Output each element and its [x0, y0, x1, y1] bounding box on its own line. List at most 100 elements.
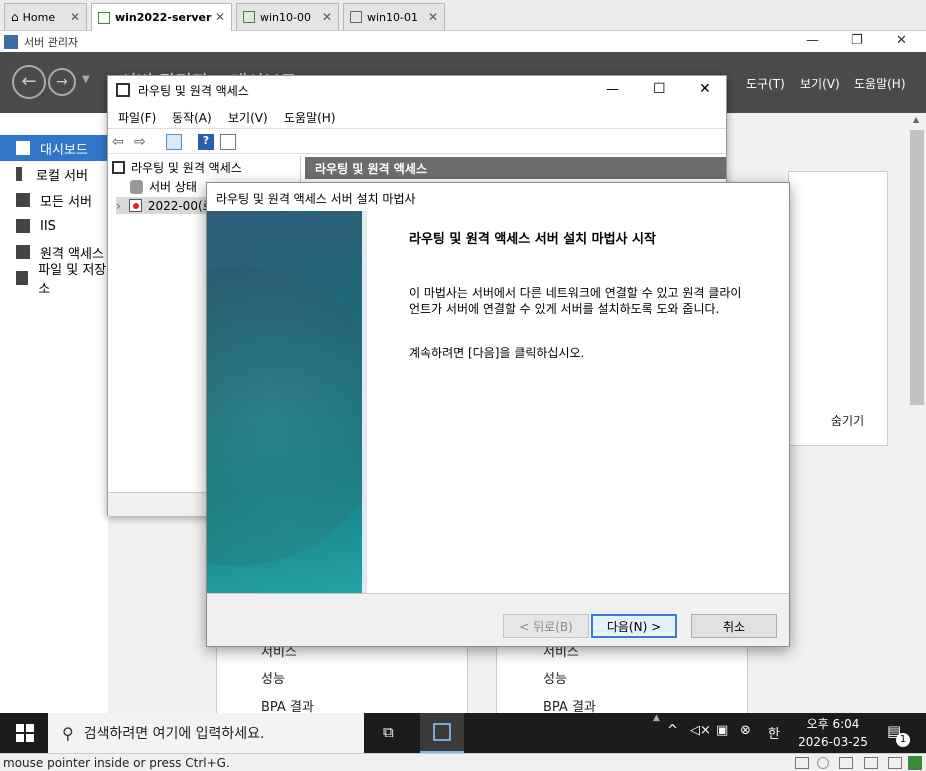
close-icon[interactable]: ✕	[322, 10, 332, 24]
menu-file[interactable]: 파일(F)	[118, 109, 156, 126]
tile-item-performance[interactable]: 성능	[543, 668, 567, 687]
back-icon[interactable]: ←	[12, 65, 46, 99]
history-dropdown-icon[interactable]: ▼	[82, 74, 90, 85]
vm-tab-win10-01[interactable]: win10-01 ✕	[343, 3, 445, 30]
vm-tab-win10-00[interactable]: win10-00 ✕	[236, 3, 339, 30]
scrollbar-thumb[interactable]	[910, 130, 924, 405]
server-manager-nav: 대시보드 로컬 서버 모든 서버 IIS 원격 액세스 파일 및 저장소	[0, 133, 108, 713]
servers-icon	[16, 193, 30, 207]
nav-iis[interactable]: IIS	[0, 213, 108, 239]
cancel-button[interactable]: 취소	[691, 614, 777, 638]
wizard-continue-text: 계속하려면 [다음]을 클릭하십시오.	[409, 346, 585, 360]
clock[interactable]: 오후 6:04 2026-03-25	[798, 715, 868, 751]
volume-muted-icon[interactable]: ◁×	[690, 723, 711, 738]
menu-help[interactable]: 도움말(H)	[854, 75, 906, 92]
vm-tab-label: win10-00	[260, 10, 311, 24]
status-text: mouse pointer inside or press Ctrl+G.	[3, 756, 230, 770]
menu-view[interactable]: 보기(V)	[800, 75, 840, 92]
network-adapter-icon[interactable]	[839, 757, 853, 769]
vm-tab-bar: ⌂ Home ✕ win2022-server ✕ win10-00 ✕ win…	[0, 0, 926, 31]
window-title: 라우팅 및 원격 액세스	[138, 83, 249, 98]
nav-local-server[interactable]: 로컬 서버	[0, 161, 108, 187]
nav-label: 대시보드	[40, 142, 88, 158]
restore-icon[interactable]: ❐	[851, 33, 863, 48]
nav-all-servers[interactable]: 모든 서버	[0, 187, 108, 213]
show-action-pane-icon[interactable]	[220, 134, 236, 150]
close-icon[interactable]: ✕	[896, 33, 907, 48]
tree-server-status[interactable]: 서버 상태	[130, 178, 197, 195]
forward-icon[interactable]: ⇨	[134, 134, 150, 150]
remote-access-icon	[16, 245, 30, 259]
file-storage-icon	[16, 271, 29, 285]
nav-file-storage[interactable]: 파일 및 저장소	[0, 263, 108, 297]
home-icon: ⌂	[11, 10, 19, 24]
close-icon[interactable]: ✕	[428, 10, 438, 24]
divider	[207, 593, 789, 594]
chevron-right-icon[interactable]: ›	[116, 199, 121, 213]
vm-tab-home[interactable]: ⌂ Home ✕	[4, 3, 87, 30]
dashboard-tile: 숨기기	[788, 171, 888, 446]
menu-help[interactable]: 도움말(H)	[284, 109, 336, 126]
dashboard-icon	[16, 141, 30, 155]
vm-tab-label: Home	[22, 10, 56, 24]
network-tray-icon[interactable]: ▣	[716, 723, 728, 738]
start-icon[interactable]	[16, 724, 34, 742]
tree-label: 서버 상태	[149, 180, 197, 194]
next-button[interactable]: 다음(N) >	[591, 614, 677, 638]
vm-icon	[243, 11, 255, 23]
rras-icon	[112, 161, 125, 174]
close-icon[interactable]: ✕	[70, 10, 80, 24]
vm-icon	[350, 11, 362, 23]
scroll-up-icon[interactable]: ▲	[653, 713, 660, 723]
taskbar-search[interactable]: ⚲ 검색하려면 여기에 입력하세요.	[48, 713, 364, 753]
menu-view[interactable]: 보기(V)	[228, 109, 268, 126]
forward-icon[interactable]: →	[48, 68, 76, 96]
hdd-icon[interactable]	[795, 757, 809, 769]
minimize-icon[interactable]: —	[806, 33, 819, 48]
task-view-icon[interactable]: ⧉	[383, 723, 394, 741]
error-icon[interactable]: ⊗	[740, 723, 751, 738]
hide-link[interactable]: 숨기기	[831, 412, 864, 429]
window-title: 서버 관리자	[24, 35, 79, 49]
display-icon[interactable]	[888, 757, 902, 769]
chevron-up-icon[interactable]: ^	[667, 723, 678, 738]
rras-toolbar: ⇦ ⇨ ?	[108, 128, 726, 154]
clock-time: 오후 6:04	[806, 717, 860, 731]
taskbar-app-rras[interactable]	[420, 713, 464, 753]
nav-label: 로컬 서버	[36, 168, 88, 184]
nav-dashboard[interactable]: 대시보드	[0, 135, 108, 161]
close-icon[interactable]: ✕	[215, 10, 225, 24]
wizard-banner-image	[207, 211, 367, 593]
back-icon[interactable]: ⇦	[112, 134, 128, 150]
scroll-up-icon[interactable]: ▲	[913, 115, 919, 124]
wizard-body: 라우팅 및 원격 액세스 서버 설치 마법사 시작 이 마법사는 서버에서 다른…	[207, 211, 789, 593]
wizard-description: 이 마법사는 서버에서 다른 네트워크에 연결할 수 있고 원격 클라이언트가 …	[409, 286, 742, 316]
taskbar: ⚲ 검색하려면 여기에 입력하세요. ⧉ ▲ ^ ◁× ▣ ⊗ 한 오후 6:0…	[0, 713, 926, 753]
cd-icon[interactable]	[817, 757, 829, 769]
search-placeholder: 검색하려면 여기에 입력하세요.	[83, 726, 265, 742]
notification-count-badge: 1	[896, 733, 910, 747]
help-icon[interactable]: ?	[198, 134, 214, 150]
ime-indicator[interactable]: 한	[768, 723, 780, 742]
clock-date: 2026-03-25	[798, 735, 868, 749]
vm-icon	[98, 11, 110, 24]
minimize-icon[interactable]: —	[606, 82, 619, 97]
menu-tools[interactable]: 도구(T)	[746, 75, 785, 92]
wizard-title: 라우팅 및 원격 액세스 서버 설치 마법사	[207, 183, 789, 211]
network-icon	[433, 723, 451, 741]
network-adapter-icon[interactable]	[864, 757, 878, 769]
search-icon: ⚲	[62, 723, 74, 743]
menu-action[interactable]: 동작(A)	[172, 109, 212, 126]
maximize-icon[interactable]: ☐	[653, 81, 666, 97]
iis-icon	[16, 219, 30, 233]
show-hide-tree-icon[interactable]	[166, 134, 182, 150]
tree-root[interactable]: 라우팅 및 원격 액세스	[112, 159, 242, 176]
vm-tab-label: win2022-server	[115, 11, 212, 24]
tile-item-performance[interactable]: 성능	[261, 668, 285, 687]
vm-tab-win2022-server[interactable]: win2022-server ✕	[91, 3, 232, 31]
nav-label: 모든 서버	[40, 194, 92, 210]
wizard-heading: 라우팅 및 원격 액세스 서버 설치 마법사 시작	[409, 232, 656, 247]
nav-label: 파일 및 저장소	[38, 263, 107, 297]
close-icon[interactable]: ✕	[699, 81, 711, 97]
back-button[interactable]: < 뒤로(B)	[503, 614, 589, 638]
